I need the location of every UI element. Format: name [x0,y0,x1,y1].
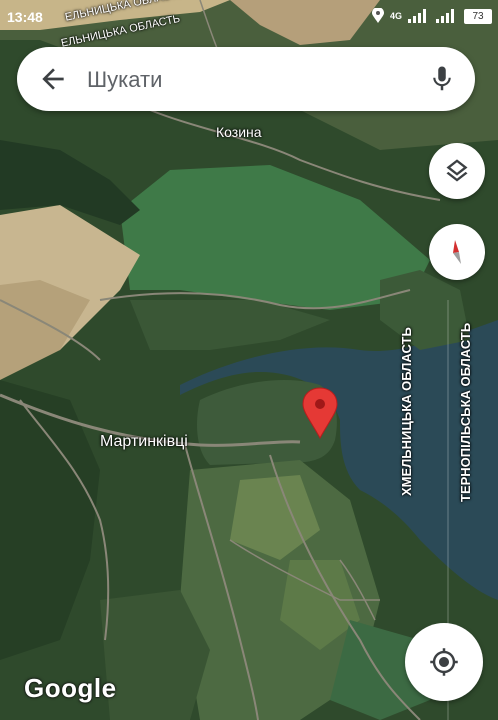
region-label-khmelnytska: ХМЕЛЬНИЦЬКА ОБЛАСТЬ [399,327,414,496]
village-label-kozyna: Козина [216,124,262,140]
mic-icon[interactable] [427,63,457,95]
signal-icon [408,9,426,23]
network-type: 4G [389,11,402,21]
compass-button[interactable] [429,224,485,280]
village-label-martynkivtsi: Мартинківці [100,433,188,450]
layers-icon [446,159,468,182]
google-logo: Google [24,673,117,703]
layers-button[interactable] [429,143,485,199]
battery-icon: 73 [464,8,492,24]
status-icons: 4G 73 [371,8,492,24]
battery-level: 73 [472,10,484,22]
search-bar[interactable] [17,47,475,111]
my-location-button[interactable] [405,623,483,701]
compass-icon [453,240,461,264]
signal-icon-2 [436,9,454,23]
search-input[interactable] [85,61,429,99]
location-status-icon [371,8,384,23]
region-label-ternopilska: ТЕРНОПІЛЬСЬКА ОБЛАСТЬ [458,322,473,502]
my-location-icon [430,648,458,676]
status-bar: 13:48 4G 73 [0,0,498,34]
status-time: 13:48 [7,9,43,25]
back-arrow-icon[interactable] [37,63,69,95]
